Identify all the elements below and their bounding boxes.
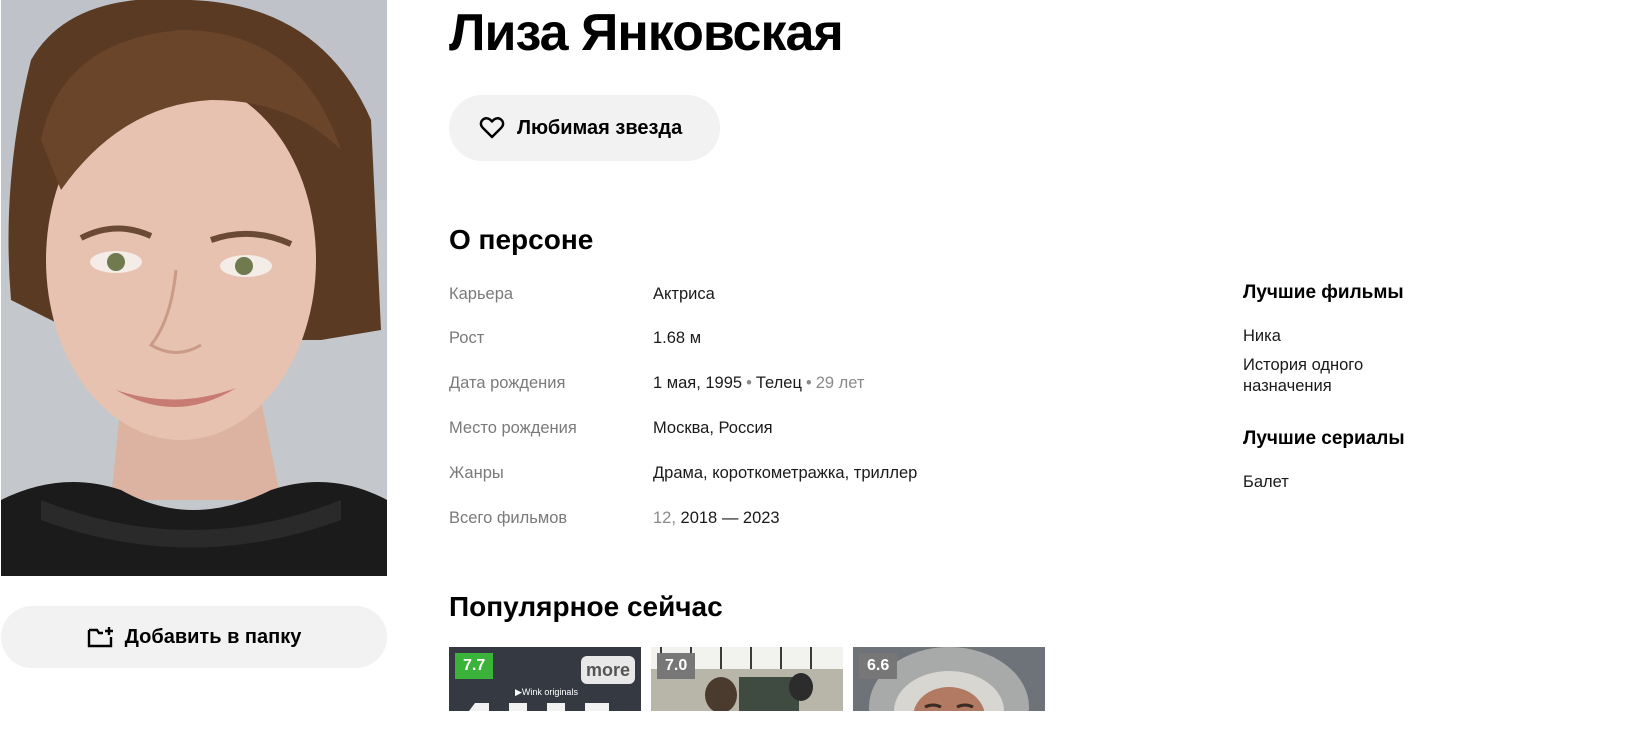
wink-originals-label: ▶Wink originals [515, 687, 578, 697]
folder-plus-icon [87, 625, 115, 649]
popular-now-title: Популярное сейчас [449, 591, 723, 622]
career-label: Карьера [449, 285, 514, 303]
career-value[interactable]: Актриса [653, 282, 715, 306]
best-films-title: Лучшие фильмы [1243, 282, 1404, 303]
more-logo: more [581, 656, 635, 684]
best-film-item[interactable]: История одного назначения [1243, 355, 1413, 397]
birth-place-label: Место рождения [449, 419, 577, 437]
birth-date-value: 1 мая, 1995 • Телец • 29 лет [653, 374, 865, 392]
best-series-title: Лучшие сериалы [1243, 428, 1405, 449]
person-name: Лиза Янковская [449, 4, 844, 62]
add-to-folder-button[interactable]: Добавить в папку [1, 606, 387, 668]
rating-badge: 6.6 [859, 653, 898, 679]
popular-card[interactable]: 6.6 [853, 647, 1045, 711]
person-photo [1, 0, 387, 576]
popular-card[interactable]: 7.0 [651, 647, 843, 711]
height-value: 1.68 м [653, 329, 702, 347]
popular-card[interactable]: 7.7 more ▶Wink originals [449, 647, 641, 711]
about-section-title: О персоне [449, 224, 594, 255]
birth-date-label: Дата рождения [449, 374, 566, 392]
add-to-folder-label: Добавить в папку [124, 625, 302, 648]
films-total-value: 12, 2018 — 2023 [653, 506, 780, 530]
genres-label: Жанры [449, 464, 504, 482]
favorite-star-label: Любимая звезда [517, 116, 683, 139]
age: 29 лет [815, 374, 865, 392]
genres-value[interactable]: Драма, короткометражка, триллер [653, 461, 917, 485]
favorite-star-button[interactable]: Любимая звезда [449, 95, 720, 161]
zodiac-sign[interactable]: Телец [756, 374, 802, 392]
birth-place-value[interactable]: Москва, Россия [653, 416, 773, 440]
films-total-label: Всего фильмов [449, 509, 568, 527]
heart-icon [479, 116, 505, 140]
birth-date[interactable]: 1 мая, 1995 [653, 374, 742, 392]
rating-badge: 7.0 [657, 653, 696, 679]
best-series-item[interactable]: Балет [1243, 472, 1413, 493]
films-years: 2018 — 2023 [680, 509, 780, 527]
best-film-item[interactable]: Ника [1243, 326, 1413, 347]
rating-badge: 7.7 [455, 653, 494, 679]
films-count: 12, [653, 509, 676, 527]
height-label: Рост [449, 329, 485, 347]
